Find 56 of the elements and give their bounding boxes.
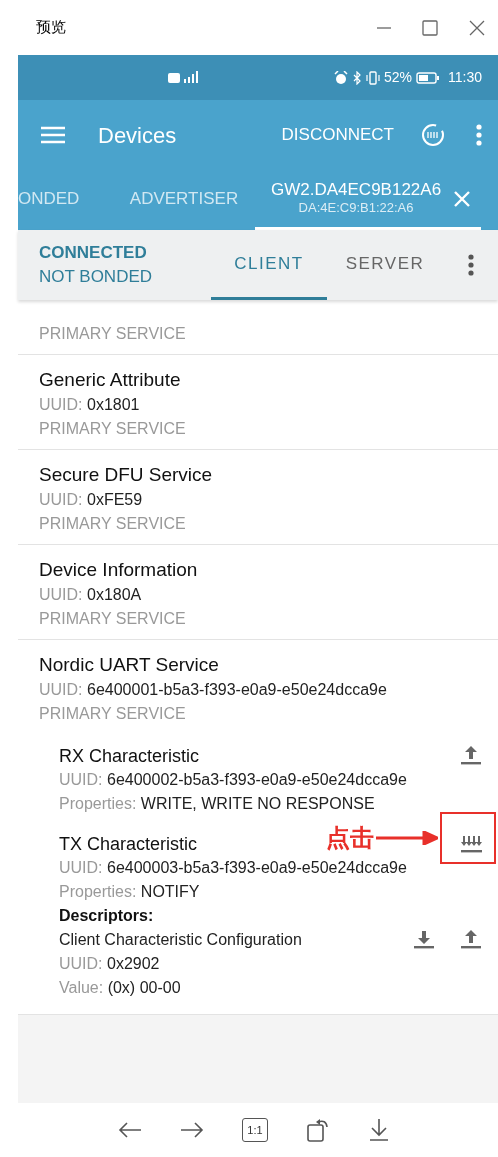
service-type: PRIMARY SERVICE bbox=[39, 609, 187, 629]
device-name: GW2.DA4EC9B122A6 bbox=[271, 180, 442, 199]
dfu-icon[interactable] bbox=[420, 122, 446, 148]
window-title: 预览 bbox=[36, 17, 66, 38]
maximize-icon[interactable] bbox=[422, 19, 438, 36]
vibrate-icon bbox=[365, 70, 380, 85]
menu-icon[interactable] bbox=[40, 125, 66, 145]
rotate-icon[interactable] bbox=[306, 1117, 330, 1143]
actual-size-button[interactable]: 1:1 bbox=[242, 1118, 268, 1142]
connection-state: CONNECTED bbox=[39, 242, 148, 264]
characteristic-properties: Properties: NOTIFY bbox=[59, 882, 201, 902]
descriptors-heading: Descriptors: bbox=[59, 906, 155, 926]
characteristic-uuid: UUID: 6e400003-b5a3-f393-e0a9-e50e24dcca9e bbox=[59, 858, 408, 878]
device-tab[interactable]: ONDED bbox=[18, 170, 113, 230]
characteristic-properties: Properties: WRITE, WRITE NO RESPONSE bbox=[59, 794, 376, 814]
more-icon[interactable] bbox=[476, 124, 482, 146]
download-icon[interactable] bbox=[368, 1118, 390, 1142]
service-uuid: UUID: 6e400001-b5a3-f393-e0a9-e50e24dcca9e bbox=[39, 680, 388, 700]
service-type: PRIMARY SERVICE bbox=[39, 704, 187, 724]
descriptor-name: Client Characteristic Configuration bbox=[59, 930, 302, 950]
descriptor-value: Value: (0x) 00-00 bbox=[59, 978, 182, 998]
characteristic-name: TX Characteristic bbox=[59, 833, 198, 856]
toolbar-title: Devices bbox=[98, 121, 177, 150]
upload-icon[interactable] bbox=[460, 744, 483, 765]
service-uuid: UUID: 0x180A bbox=[39, 585, 143, 605]
service-name: Nordic UART Service bbox=[39, 653, 220, 677]
service-name: Generic Attribute bbox=[39, 368, 182, 392]
bond-state: NOT BONDED bbox=[39, 266, 154, 288]
service-uuid: UUID: 0xFE59 bbox=[39, 490, 144, 510]
characteristic-name: RX Characteristic bbox=[59, 745, 200, 768]
download-icon[interactable] bbox=[413, 928, 436, 949]
back-arrow-icon[interactable] bbox=[118, 1121, 142, 1139]
annotation-label: 点击 bbox=[326, 823, 374, 853]
disconnect-button[interactable]: DISCONNECT bbox=[281, 122, 394, 148]
forward-arrow-icon[interactable] bbox=[180, 1121, 204, 1139]
service-name: Device Information bbox=[39, 558, 199, 582]
service-type: PRIMARY SERVICE bbox=[39, 514, 187, 534]
clock: 11:30 bbox=[448, 68, 482, 87]
device-tab[interactable]: ADVERTISER bbox=[113, 170, 255, 230]
battery-percent: 52% bbox=[383, 68, 412, 87]
bluetooth-icon bbox=[351, 70, 362, 85]
battery-icon bbox=[416, 71, 440, 84]
alarm-icon bbox=[333, 70, 348, 85]
annotation-arrow bbox=[376, 831, 438, 845]
service-type: PRIMARY SERVICE bbox=[39, 324, 187, 344]
annotation-box bbox=[440, 812, 496, 864]
more-icon[interactable] bbox=[468, 254, 474, 276]
service-type: PRIMARY SERVICE bbox=[39, 419, 187, 439]
upload-icon[interactable] bbox=[460, 928, 483, 949]
service-name: Secure DFU Service bbox=[39, 463, 214, 487]
client-server-tab[interactable]: SERVER bbox=[327, 230, 443, 300]
descriptor-uuid: UUID: 0x2902 bbox=[59, 954, 161, 974]
service-uuid: UUID: 0x1801 bbox=[39, 395, 141, 415]
characteristic-uuid: UUID: 6e400002-b5a3-f393-e0a9-e50e24dcca9e bbox=[59, 770, 408, 790]
close-icon[interactable] bbox=[468, 18, 486, 37]
device-address: DA:4E:C9:B1:22:A6 bbox=[297, 198, 415, 217]
